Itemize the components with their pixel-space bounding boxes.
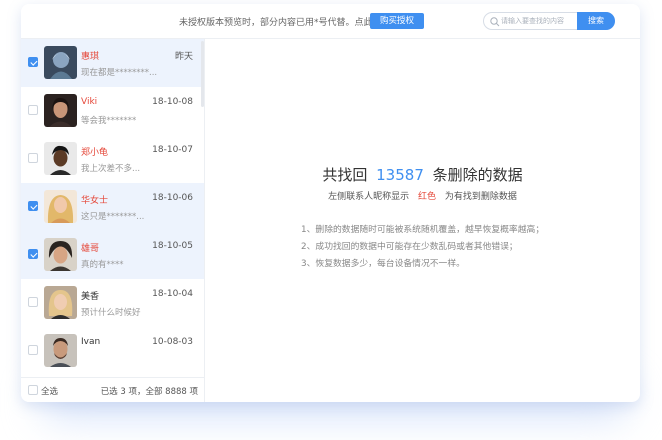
select-all-label[interactable]: 全选	[41, 385, 58, 397]
contact-date: 18-10-07	[152, 145, 193, 155]
search-icon	[490, 17, 500, 27]
contact-preview: 现在都是********...	[81, 68, 158, 78]
contact-row[interactable]: Viki 18-10-08 等会我*******	[21, 87, 204, 135]
headline-suffix: 条删除的数据	[432, 166, 523, 184]
contact-sidebar: 惠琪 昨天 现在都是********... Viki 18-10-08 等会我*…	[21, 39, 205, 402]
avatar	[44, 94, 77, 127]
contact-row[interactable]: 美香 18-10-04 预计什么时候好	[21, 279, 204, 327]
contact-preview: 真的有****	[81, 260, 124, 270]
recovered-count: 13587	[376, 166, 424, 184]
contact-checkbox[interactable]	[28, 297, 38, 307]
hint-red-word: 红色	[417, 192, 436, 202]
note-item: 3、恢复数据多少，每台设备情况不一样。	[301, 259, 465, 269]
contact-date: 18-10-06	[152, 193, 193, 203]
contact-checkbox[interactable]	[28, 57, 38, 67]
contact-row[interactable]: 惠琪 昨天 现在都是********...	[21, 39, 204, 87]
contact-row[interactable]: 郑小龟 18-10-07 我上次差不多...	[21, 135, 204, 183]
search-input[interactable]	[501, 15, 577, 27]
contact-date: 18-10-08	[152, 97, 193, 107]
avatar	[44, 190, 77, 223]
contact-date: 昨天	[174, 52, 193, 62]
selection-footer: 全选 已选 3 项，全部 8888 项	[21, 377, 204, 402]
hint-prefix: 左侧联系人昵称显示	[328, 192, 410, 202]
contact-name: 惠琪	[81, 52, 100, 62]
buy-license-button[interactable]: 购买授权	[370, 13, 424, 29]
avatar	[44, 286, 77, 319]
top-bar: 未授权版本预览时，部分内容已用*号代替。点此 购买授权 搜索	[21, 4, 640, 39]
contact-name: 雄哥	[81, 244, 100, 254]
note-item: 1、删除的数据随时可能被系统随机覆盖，越早恢复概率越高；	[301, 225, 545, 235]
contact-date: 18-10-04	[152, 289, 193, 299]
contact-date: 18-10-05	[152, 241, 193, 251]
contact-row[interactable]: 华女士 18-10-06 这只是*******...	[21, 183, 204, 231]
select-all-checkbox[interactable]	[28, 385, 38, 395]
contact-name: 郑小龟	[81, 148, 109, 158]
result-hint: 左侧联系人昵称显示 红色 为有找到删除数据	[205, 189, 640, 202]
hint-suffix: 为有找到删除数据	[444, 192, 517, 202]
headline-prefix: 共找回	[322, 166, 368, 184]
notes-list: 1、删除的数据随时可能被系统随机覆盖，越早恢复概率越高； 2、成功找回的数据中可…	[301, 222, 544, 273]
contact-list[interactable]: 惠琪 昨天 现在都是********... Viki 18-10-08 等会我*…	[21, 39, 204, 377]
result-panel: 共找回 13587 条删除的数据 左侧联系人昵称显示 红色 为有找到删除数据 1…	[205, 39, 640, 402]
contact-preview: 预计什么时候好	[81, 308, 141, 318]
contact-name: 美香	[81, 292, 100, 302]
license-notice: 未授权版本预览时，部分内容已用*号代替。点此	[179, 18, 373, 28]
contact-preview: 我上次差不多...	[81, 164, 141, 174]
contact-checkbox[interactable]	[28, 249, 38, 259]
app-window: 未授权版本预览时，部分内容已用*号代替。点此 购买授权 搜索	[21, 4, 640, 402]
contact-preview: 这只是*******...	[81, 212, 145, 222]
avatar	[44, 46, 77, 79]
contact-name: Viki	[81, 97, 98, 107]
contact-row[interactable]: Ivan 10-08-03	[21, 327, 204, 375]
contact-name: 华女士	[81, 196, 109, 206]
contact-name: Ivan	[81, 337, 101, 347]
contact-checkbox[interactable]	[28, 105, 38, 115]
contact-checkbox[interactable]	[28, 153, 38, 163]
list-scrollbar[interactable]	[201, 41, 204, 107]
search-box: 搜索	[483, 12, 615, 30]
avatar	[44, 238, 77, 271]
selection-count: 已选 3 项，全部 8888 项	[100, 387, 198, 397]
avatar	[44, 334, 77, 367]
contact-preview: 等会我*******	[81, 116, 137, 126]
contact-checkbox[interactable]	[28, 345, 38, 355]
search-button[interactable]: 搜索	[577, 12, 615, 30]
contact-row[interactable]: 雄哥 18-10-05 真的有****	[21, 231, 204, 279]
contact-date: 10-08-03	[152, 337, 193, 347]
contact-checkbox[interactable]	[28, 201, 38, 211]
avatar	[44, 142, 77, 175]
result-headline: 共找回 13587 条删除的数据	[205, 164, 640, 185]
note-item: 2、成功找回的数据中可能存在少数乱码或者其他错误；	[301, 242, 518, 252]
